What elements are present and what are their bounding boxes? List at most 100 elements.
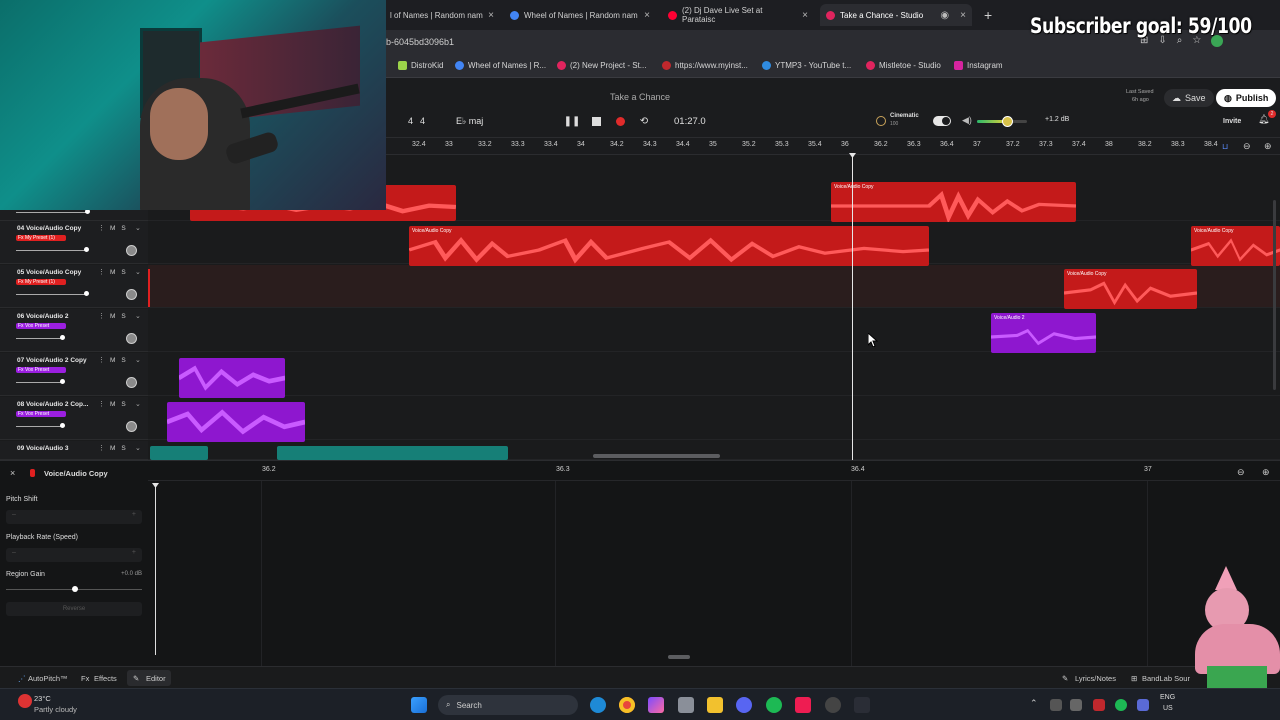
obs-icon[interactable]: [825, 697, 841, 713]
pan-knob[interactable]: [126, 421, 137, 432]
solo-button[interactable]: S: [121, 269, 131, 276]
timeline-scrollbar[interactable]: [593, 454, 720, 458]
project-title[interactable]: Take a Chance: [560, 92, 720, 102]
track-header[interactable]: 06 Voice/Audio 2 ⋮ MS ⌄ Fx Vox Preset: [0, 309, 148, 352]
loop-button[interactable]: ⟲: [637, 114, 651, 128]
zoom-out-icon[interactable]: ⊖: [1243, 141, 1251, 152]
bookmark-item[interactable]: Wheel of Names | R...: [455, 61, 546, 70]
track-volume-knob[interactable]: [60, 335, 65, 340]
track-lane[interactable]: [148, 353, 1280, 396]
close-icon[interactable]: ×: [488, 10, 494, 21]
bookmark-item[interactable]: Mistletoe - Studio: [866, 61, 941, 70]
track-header[interactable]: 09 Voice/Audio 3 ⋮ MS ⌄: [0, 441, 148, 460]
track-name[interactable]: 06 Voice/Audio 2: [17, 313, 69, 320]
browser-tab-active[interactable]: Take a Chance - Studio ◉ ×: [820, 4, 972, 26]
close-icon[interactable]: ×: [960, 10, 966, 21]
audio-clip[interactable]: Voice/Audio Copy: [831, 182, 1076, 222]
track-lane[interactable]: [148, 309, 1280, 352]
track-name[interactable]: 04 Voice/Audio Copy: [17, 225, 81, 232]
track-volume-knob[interactable]: [84, 247, 89, 252]
key-selector[interactable]: E♭ maj: [456, 116, 483, 127]
time-signature[interactable]: 4 4: [408, 116, 425, 126]
weather-icon[interactable]: [18, 694, 32, 708]
close-icon[interactable]: ×: [10, 468, 15, 478]
editor-zoom-in-icon[interactable]: ⊕: [1262, 467, 1270, 478]
track-lane[interactable]: [148, 397, 1280, 440]
browser-tab[interactable]: (2) Dj Dave Live Set at Parataisc ×: [662, 4, 814, 26]
settings-icon[interactable]: [678, 697, 694, 713]
fx-preset-badge[interactable]: Fx Vox Preset: [16, 323, 66, 329]
effects-tab[interactable]: Effects: [94, 674, 117, 683]
fx-preset-badge[interactable]: Fx Vox Preset: [16, 411, 66, 417]
publish-button[interactable]: ◍ Publish: [1216, 89, 1277, 107]
master-volume-slider[interactable]: [977, 116, 1027, 127]
editor-zoom-out-icon[interactable]: ⊖: [1237, 467, 1245, 478]
snap-icon[interactable]: ⊔: [1222, 142, 1228, 151]
new-tab-button[interactable]: +: [978, 4, 998, 26]
record-button[interactable]: [613, 114, 627, 128]
tray-icon[interactable]: [1093, 699, 1105, 711]
track-volume-slider[interactable]: [16, 338, 62, 339]
preset-name[interactable]: Cinematic: [890, 113, 919, 119]
close-icon[interactable]: ×: [644, 10, 650, 21]
solo-button[interactable]: S: [121, 401, 131, 408]
track-name[interactable]: 08 Voice/Audio 2 Cop...: [17, 401, 88, 408]
taskbar-search[interactable]: ⌕ Search: [438, 695, 578, 715]
tray-icon[interactable]: [1137, 699, 1149, 711]
track-volume-slider[interactable]: [16, 382, 62, 383]
audio-clip[interactable]: Voice/Audio Copy: [1191, 226, 1280, 266]
app-icon[interactable]: [854, 697, 870, 713]
tracks-vertical-scrollbar[interactable]: [1273, 200, 1276, 390]
chevron-down-icon[interactable]: ⌄: [135, 224, 141, 232]
solo-button[interactable]: S: [121, 357, 131, 364]
track-volume-slider[interactable]: [16, 294, 86, 295]
track-name[interactable]: 09 Voice/Audio 3: [17, 445, 69, 452]
chevron-down-icon[interactable]: ⌄: [135, 444, 141, 452]
mute-button[interactable]: M: [110, 357, 121, 364]
lyrics-tab[interactable]: Lyrics/Notes: [1075, 674, 1116, 683]
windows-start-icon[interactable]: [411, 697, 427, 713]
browser-tab[interactable]: Wheel of Names | Random nam ×: [504, 4, 656, 26]
track-volume-slider[interactable]: [16, 426, 62, 427]
preset-toggle[interactable]: [933, 116, 951, 126]
master-volume-knob[interactable]: [1002, 116, 1013, 127]
spotify-icon[interactable]: [766, 697, 782, 713]
tray-icon[interactable]: [1115, 699, 1127, 711]
minus-icon[interactable]: –: [12, 511, 16, 518]
kebab-icon[interactable]: ⋮: [98, 268, 105, 276]
chevron-down-icon[interactable]: ⌄: [135, 400, 141, 408]
audio-clip[interactable]: Voice/Audio Copy: [409, 226, 929, 266]
bookmark-item[interactable]: DistroKid: [398, 61, 443, 70]
kebab-icon[interactable]: ⋮: [98, 312, 105, 320]
pan-knob[interactable]: [126, 333, 137, 344]
playback-rate-stepper[interactable]: – +: [6, 548, 142, 562]
pitch-shift-stepper[interactable]: – +: [6, 510, 142, 524]
region-gain-knob[interactable]: [72, 586, 78, 592]
track-name[interactable]: 05 Voice/Audio Copy: [17, 269, 81, 276]
fx-preset-badge[interactable]: Fx My Preset (1): [16, 279, 66, 285]
track-volume-knob[interactable]: [60, 379, 65, 384]
folder-icon[interactable]: [707, 697, 723, 713]
editor-playhead-handle[interactable]: [152, 483, 159, 488]
chevron-down-icon[interactable]: ⌄: [135, 356, 141, 364]
editor-playhead[interactable]: [155, 485, 156, 655]
track-volume-slider[interactable]: [16, 212, 86, 213]
solo-button[interactable]: S: [121, 313, 131, 320]
bookmark-item[interactable]: https://www.myinst...: [662, 61, 748, 70]
chrome-icon[interactable]: [619, 697, 635, 713]
edge-icon[interactable]: [590, 697, 606, 713]
autopitch-tab[interactable]: AutoPitch™: [28, 674, 68, 683]
track-volume-knob[interactable]: [60, 423, 65, 428]
pan-knob[interactable]: [126, 377, 137, 388]
mute-button[interactable]: M: [110, 445, 121, 452]
kebab-icon[interactable]: ⋮: [98, 356, 105, 364]
track-header[interactable]: 04 Voice/Audio Copy ⋮ MS ⌄ Fx My Preset (1): [0, 221, 148, 264]
playhead[interactable]: [852, 155, 853, 460]
editor-ruler[interactable]: 36.2 36.3 36.4 37: [148, 461, 1280, 481]
pan-knob[interactable]: [126, 245, 137, 256]
audio-clip[interactable]: [150, 446, 208, 460]
track-header[interactable]: 08 Voice/Audio 2 Cop... ⋮ MS ⌄ Fx Vox Preset: [0, 397, 148, 440]
audio-clip[interactable]: [167, 402, 305, 442]
tiktok-icon[interactable]: [795, 697, 811, 713]
speaker-icon[interactable]: ◀): [962, 115, 972, 126]
